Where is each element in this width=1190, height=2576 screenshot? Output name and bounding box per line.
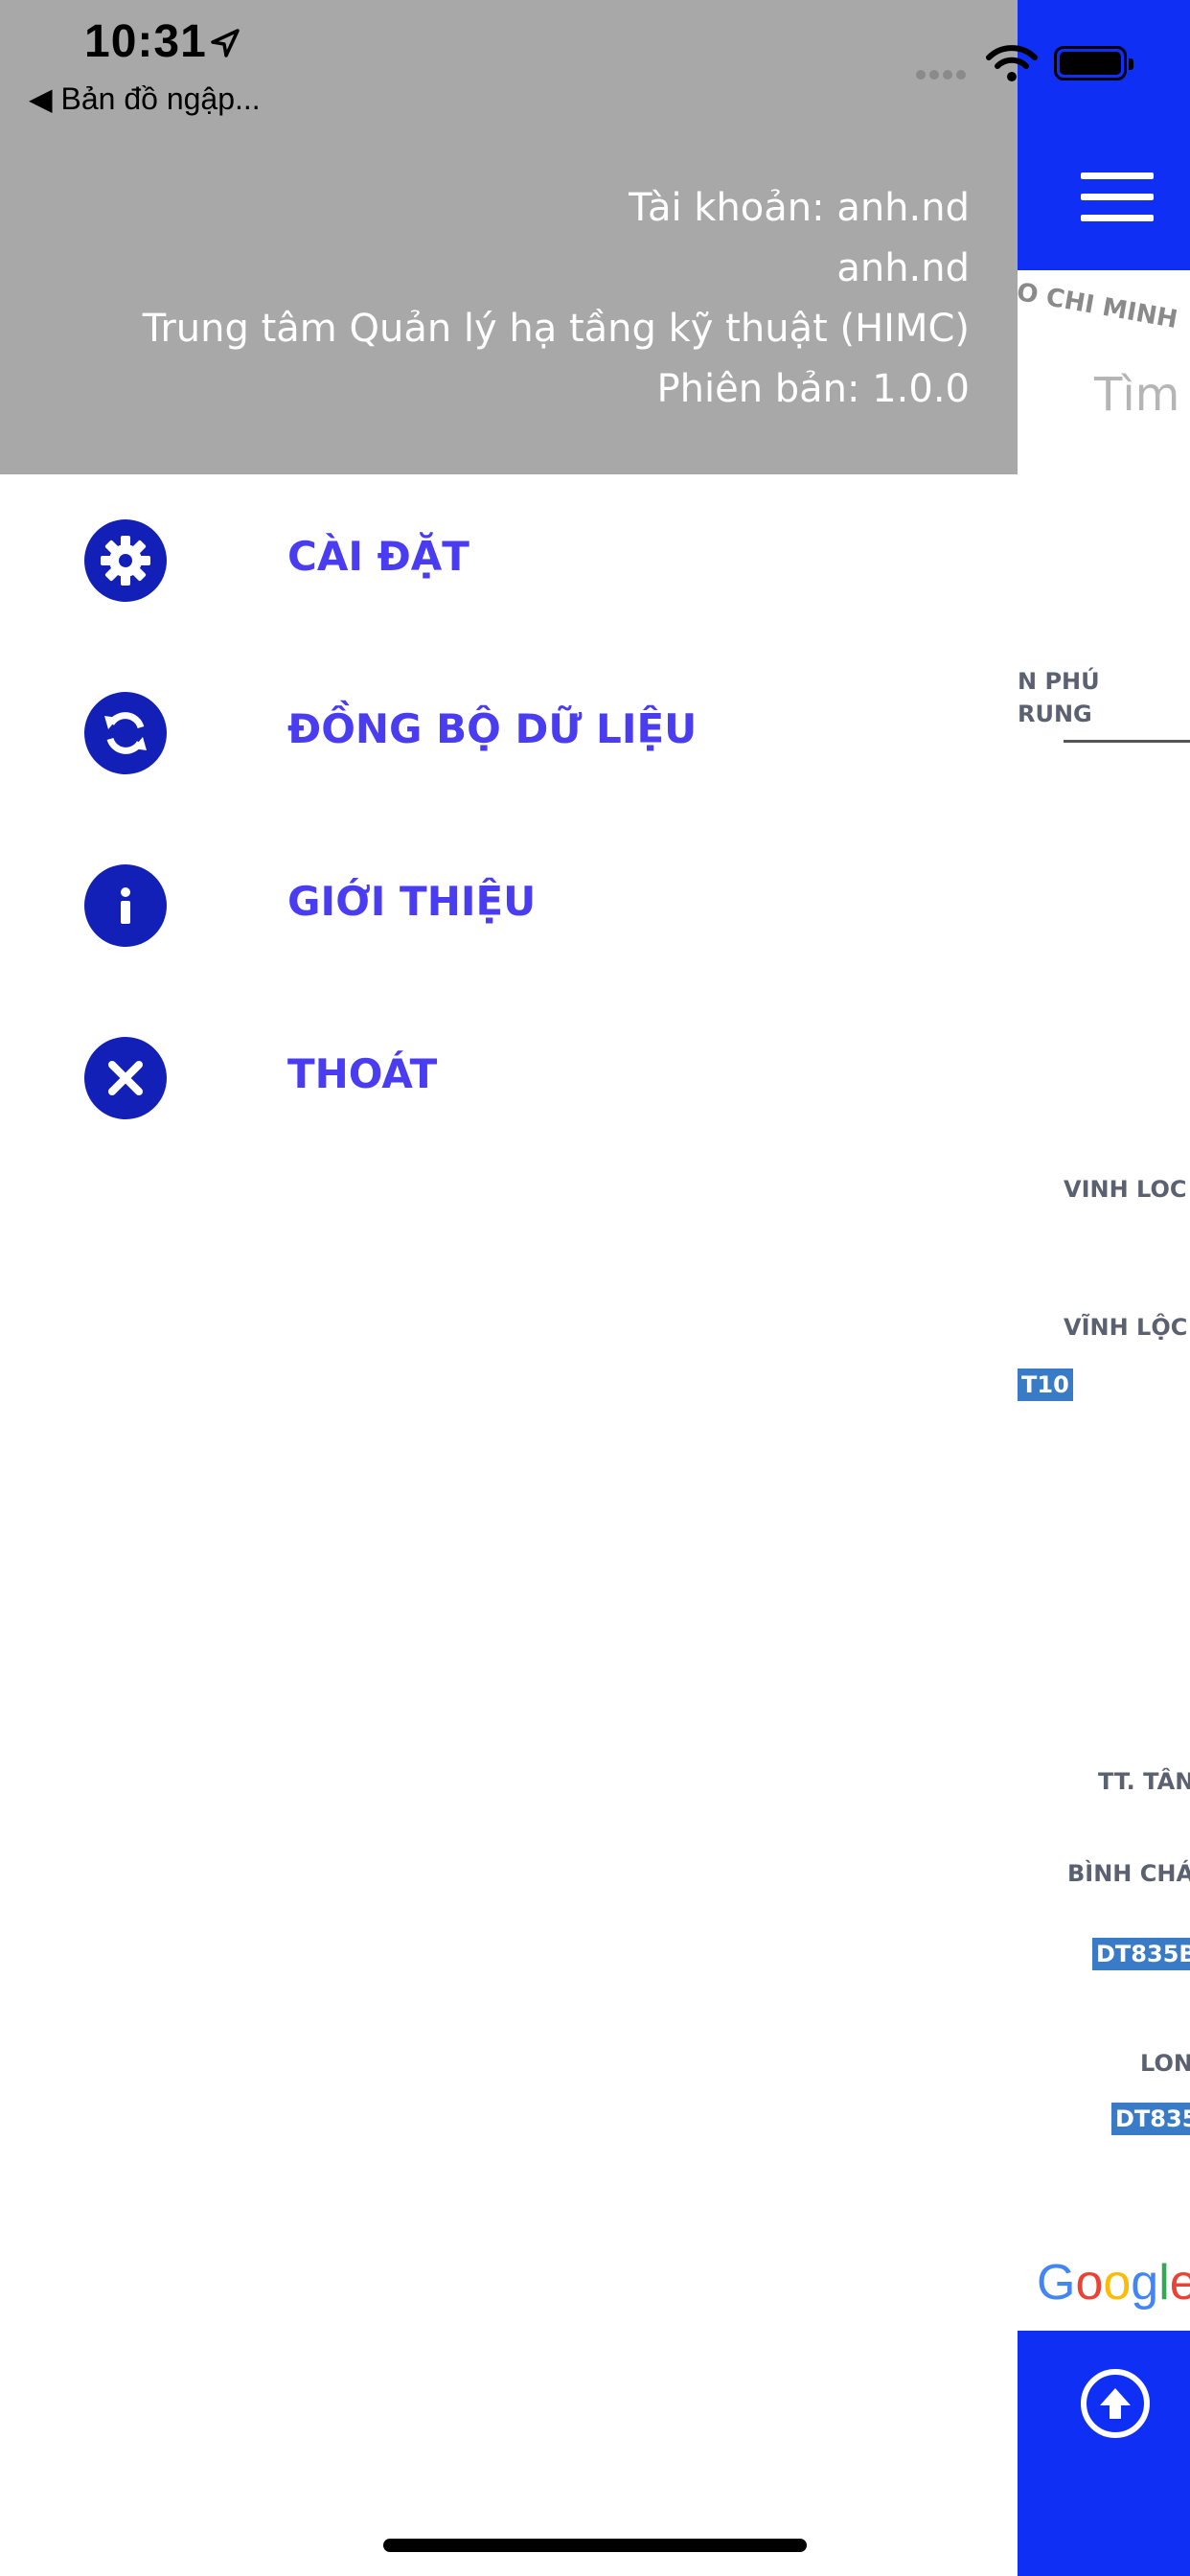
map-label: VĨNH LỘC <box>1064 1314 1188 1341</box>
map-label: BÌNH CHÁ <box>1067 1860 1190 1887</box>
side-drawer: Tài khoản: anh.nd anh.nd Trung tâm Quản … <box>0 0 1018 2576</box>
username: anh.nd <box>836 246 970 290</box>
cellular-signal-icon <box>915 67 969 85</box>
location-arrow-icon <box>209 27 241 63</box>
gear-icon <box>84 519 167 602</box>
menu-item-logout[interactable]: THOÁT <box>0 1006 1018 1150</box>
menu-label-logout: THOÁT <box>287 1050 438 1097</box>
road-label: DT835 <box>1111 2103 1190 2135</box>
menu-label-about: GIỚI THIỆU <box>287 878 537 925</box>
back-to-app-link[interactable]: ◀ Bản đồ ngập... <box>29 80 261 117</box>
account-info: Tài khoản: anh.nd anh.nd Trung tâm Quản … <box>143 178 970 420</box>
menu-item-about[interactable]: GIỚI THIỆU <box>0 834 1018 978</box>
wifi-icon <box>985 42 1039 86</box>
search-input[interactable]: Tìm <box>1094 368 1179 422</box>
close-icon <box>84 1037 167 1119</box>
map-view[interactable]: O CHI MINH Tìm N PHÚ RUNG VINH LOC A VĨN… <box>1018 0 1190 2576</box>
sync-icon <box>84 692 167 774</box>
hamburger-menu-icon[interactable] <box>1081 172 1154 221</box>
map-bottom-bar <box>1018 2331 1190 2576</box>
road-label: T10 <box>1018 1368 1073 1401</box>
map-label: RUNG <box>1018 701 1092 727</box>
organization: Trung tâm Quản lý hạ tầng kỹ thuật (HIMC… <box>142 307 970 351</box>
home-indicator[interactable] <box>383 2539 807 2552</box>
map-label: LON <box>1140 2050 1190 2077</box>
search-underline <box>1064 740 1190 743</box>
arrow-up-circle-icon[interactable] <box>1081 2369 1150 2438</box>
menu-label-sync: ĐỒNG BỘ DỮ LIỆU <box>287 705 698 752</box>
map-label: TT. TÂN <box>1098 1768 1190 1795</box>
battery-icon <box>1054 46 1133 80</box>
menu-label-settings: CÀI ĐẶT <box>287 533 469 580</box>
account-line: Tài khoản: anh.nd <box>629 186 970 230</box>
status-time: 10:31 <box>84 16 207 67</box>
google-logo: Google <box>1037 2255 1190 2311</box>
map-label: VINH LOC A <box>1064 1176 1190 1203</box>
menu-item-sync[interactable]: ĐỒNG BỘ DỮ LIỆU <box>0 661 1018 805</box>
map-label: N PHÚ <box>1018 668 1100 695</box>
status-bar: 10:31 ◀ Bản đồ ngập... <box>0 0 1190 125</box>
app-version: Phiên bản: 1.0.0 <box>656 367 970 411</box>
menu-item-settings[interactable]: CÀI ĐẶT <box>0 489 1018 632</box>
info-icon <box>84 864 167 947</box>
road-label: DT835B <box>1092 1938 1190 1970</box>
